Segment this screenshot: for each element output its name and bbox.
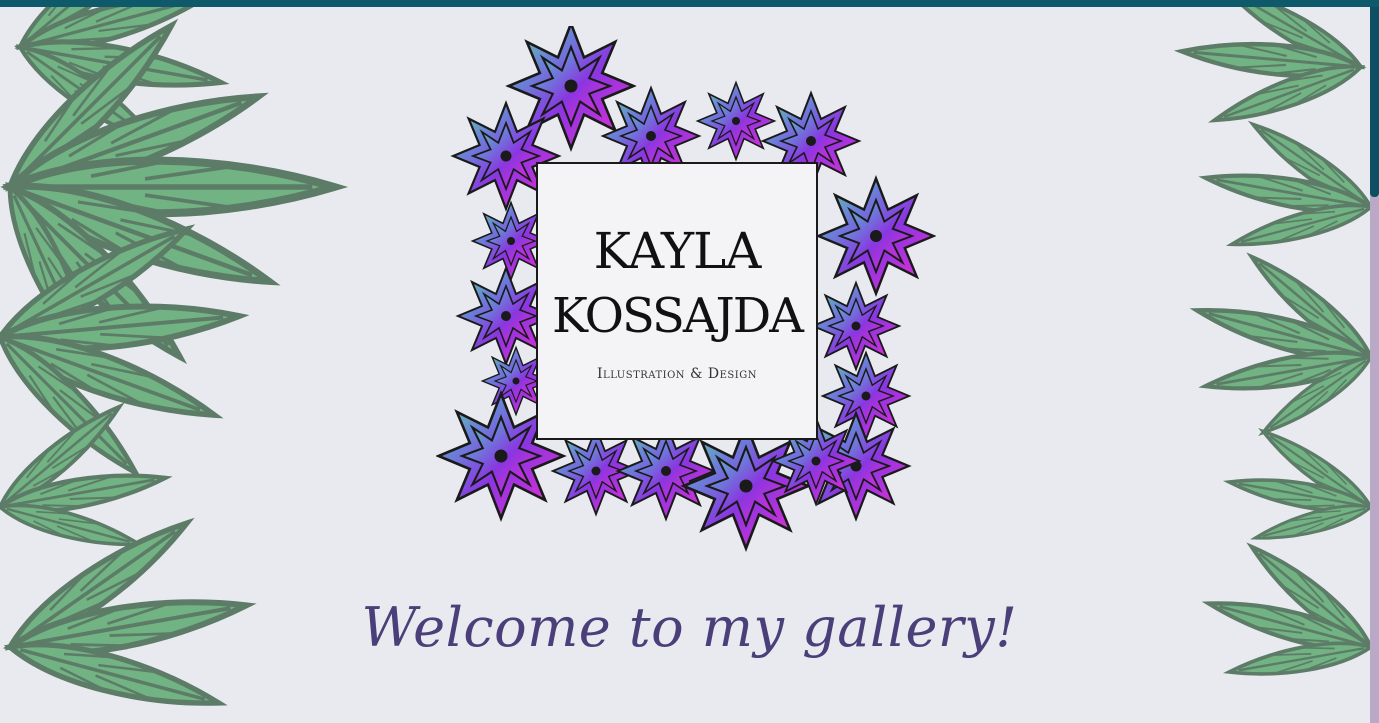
welcome-heading: Welcome to my gallery! bbox=[361, 596, 1018, 659]
logo-name-first: KAYLA bbox=[593, 222, 762, 280]
site-logo[interactable]: KAYLA KOSSAJDA Illustration & Design bbox=[436, 26, 936, 556]
page-viewport: KAYLA KOSSAJDA Illustration & Design Wel… bbox=[0, 0, 1379, 723]
scrollbar[interactable] bbox=[1370, 7, 1379, 723]
logo-tagline: Illustration & Design bbox=[597, 366, 757, 382]
top-bar bbox=[0, 0, 1379, 7]
logo-name-last: KOSSAJDA bbox=[552, 288, 804, 344]
scrollbar-thumb[interactable] bbox=[1370, 7, 1379, 197]
logo-card: KAYLA KOSSAJDA Illustration & Design bbox=[536, 162, 818, 440]
